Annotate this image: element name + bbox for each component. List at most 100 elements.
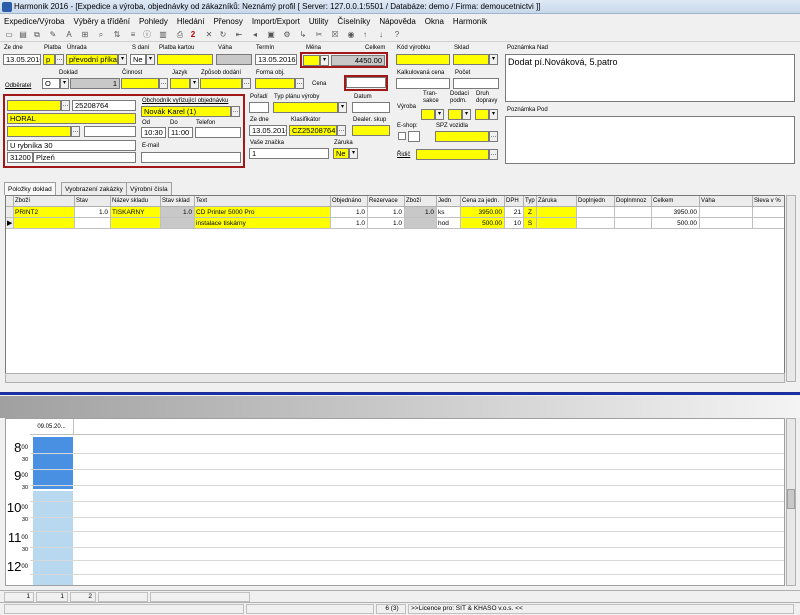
forma-obj-field[interactable]	[255, 78, 295, 89]
dealer-field[interactable]	[352, 125, 390, 136]
col-sleva[interactable]: Sleva v %	[753, 196, 784, 207]
zip-field[interactable]: 31200	[7, 152, 33, 163]
chart-icon[interactable]: ▥	[158, 30, 168, 40]
s-dani-dropdown[interactable]: ▾	[146, 54, 155, 65]
cut-icon[interactable]: ✂	[314, 30, 324, 40]
cell-jedn[interactable]: ks	[437, 207, 461, 218]
vase-znacka-field[interactable]: 1	[249, 148, 329, 159]
menu-pohledy[interactable]: Pohledy	[139, 15, 168, 28]
sort-icon[interactable]: ⇅	[112, 30, 122, 40]
open-icon[interactable]: ▤	[18, 30, 28, 40]
new-icon[interactable]: ▭	[4, 30, 14, 40]
cell-nazev-skladu[interactable]: TISKARNY	[111, 207, 161, 218]
grid-horizontal-scrollbar[interactable]	[5, 373, 785, 383]
kalk-cena-field[interactable]	[396, 78, 450, 89]
col-text[interactable]: Text	[195, 196, 331, 207]
zpusob-dodani-lookup-button[interactable]: …	[242, 78, 251, 89]
cell-vaha[interactable]	[700, 218, 753, 229]
platba-kartou-field[interactable]	[157, 54, 213, 65]
transakce-dropdown[interactable]: ▾	[435, 109, 444, 120]
customer-code-field[interactable]	[7, 100, 61, 111]
datum-field[interactable]	[352, 102, 390, 113]
dodaci-field[interactable]	[448, 109, 462, 120]
calendar-vertical-scrollbar[interactable]	[786, 418, 796, 586]
col-zbozi2[interactable]: Zboží	[405, 196, 437, 207]
uhrada-dropdown[interactable]: ▾	[118, 54, 127, 65]
street-field[interactable]: U rybníka 30	[7, 140, 136, 151]
calendar-busy-slot[interactable]	[33, 437, 73, 489]
cell-doplnjedn[interactable]	[577, 218, 615, 229]
grid-vertical-scrollbar[interactable]	[786, 195, 796, 382]
kod-vyrobku-field[interactable]	[396, 54, 450, 65]
col-celkem[interactable]: Celkem	[652, 196, 700, 207]
poznamka-pod-text[interactable]	[505, 116, 795, 164]
poradi-field[interactable]	[249, 102, 269, 113]
col-cena[interactable]: Cena za jedn.	[461, 196, 505, 207]
down-arrow-icon[interactable]: ↓	[376, 30, 386, 40]
city-field[interactable]: Plzeň	[33, 152, 136, 163]
help-icon[interactable]: ?	[392, 30, 402, 40]
ico-field[interactable]: 25208764	[72, 100, 136, 111]
tab-polozky[interactable]: Položky doklad	[4, 182, 56, 195]
up-arrow-icon[interactable]: ↑	[360, 30, 370, 40]
customer-extra-field[interactable]	[7, 126, 71, 137]
menu-okna[interactable]: Okna	[425, 15, 444, 28]
transakce-field[interactable]	[421, 109, 435, 120]
cell-stav[interactable]	[75, 218, 111, 229]
menu-import-export[interactable]: Import/Export	[252, 15, 300, 28]
zaruka-dropdown[interactable]: ▾	[349, 148, 358, 159]
calendar-free-slot[interactable]	[33, 491, 73, 585]
spz-field[interactable]	[435, 131, 489, 142]
prev-icon[interactable]: ◂	[250, 30, 260, 40]
uhrada-field[interactable]: převodní příkaz	[66, 54, 118, 65]
col-stav[interactable]: Stav	[75, 196, 111, 207]
col-zbozi[interactable]: Zboží	[14, 196, 75, 207]
mid-ze-dne-field[interactable]: 13.05.2016	[249, 125, 287, 136]
menu-hledani[interactable]: Hledání	[177, 15, 205, 28]
jazyk-dropdown[interactable]: ▾	[190, 78, 199, 89]
col-dph[interactable]: DPH	[505, 196, 524, 207]
first-icon[interactable]: ⇤	[234, 30, 244, 40]
jazyk-field[interactable]	[170, 78, 190, 89]
font-icon[interactable]: A	[64, 30, 74, 40]
customer-lookup-button[interactable]: …	[61, 100, 70, 111]
sklad-dropdown[interactable]: ▾	[489, 54, 498, 65]
search-icon[interactable]: ⌕	[96, 30, 106, 40]
cell-dph[interactable]: 10	[505, 218, 524, 229]
cell-objednano[interactable]: 1.0	[331, 207, 368, 218]
obchodnik-lookup-button[interactable]: …	[231, 106, 240, 117]
platba-field[interactable]: p	[43, 54, 55, 65]
info-icon[interactable]: ⓘ	[142, 30, 152, 40]
menu-expedice[interactable]: Expedice/Výroba	[4, 15, 64, 28]
cell-stav[interactable]: 1.0	[75, 207, 111, 218]
zaruka-field[interactable]: Ne	[333, 148, 349, 159]
cell-rezervace[interactable]: 1.0	[368, 218, 405, 229]
cell-objednano[interactable]: 1.0	[331, 218, 368, 229]
col-doplnmnoz[interactable]: Doplnmnoz	[615, 196, 652, 207]
klasifikator-lookup-button[interactable]: …	[337, 125, 346, 136]
col-doplnjedn[interactable]: Doplnjedn	[577, 196, 615, 207]
od-field[interactable]: 10:30	[141, 127, 166, 138]
klasifikator-field[interactable]: CZ25208764	[289, 125, 337, 136]
customer-extra-lookup-button[interactable]: …	[71, 126, 80, 137]
cell-sleva[interactable]	[753, 207, 784, 218]
email-field[interactable]	[141, 152, 241, 163]
list-icon[interactable]: ≡	[128, 30, 138, 40]
mark-icon[interactable]: ☒	[330, 30, 340, 40]
tab-vyrobni-cisla[interactable]: Výrobní čísla	[126, 182, 172, 195]
do-field[interactable]: 11:00	[168, 127, 193, 138]
druh-field[interactable]	[475, 109, 489, 120]
spz-lookup-button[interactable]: …	[489, 131, 498, 142]
lock-icon[interactable]: ▣	[266, 30, 276, 40]
cell-cena[interactable]: 500.00	[461, 218, 505, 229]
cell-celkem[interactable]: 500.00	[652, 218, 700, 229]
sklad-field[interactable]	[453, 54, 489, 65]
ridic-lookup-button[interactable]: …	[489, 149, 498, 160]
cell-typ[interactable]: S	[524, 218, 537, 229]
filter-icon[interactable]: ⊞	[80, 30, 90, 40]
cell-text[interactable]: CD Printer 5000 Pro	[195, 207, 331, 218]
delete-icon[interactable]: ✕	[204, 30, 214, 40]
doklad-type-dropdown[interactable]: ▾	[60, 78, 69, 89]
menu-ciselniky[interactable]: Číselníky	[337, 15, 370, 28]
copy-icon[interactable]: ⧉	[32, 30, 42, 40]
